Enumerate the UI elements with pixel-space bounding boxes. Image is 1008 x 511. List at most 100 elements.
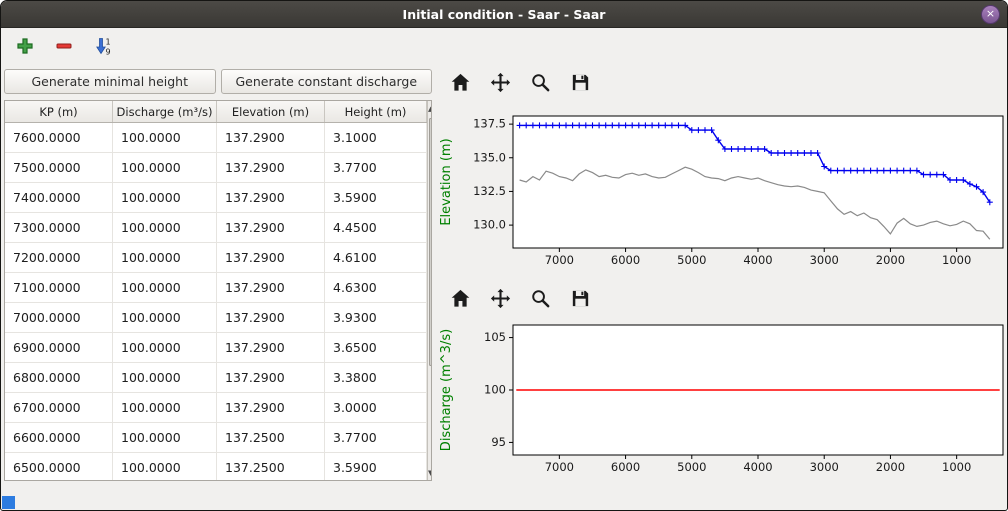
table-row: 6900.0000100.0000137.29003.6500 <box>5 333 427 363</box>
table-cell[interactable]: 7400.0000 <box>5 183 113 213</box>
table-cell[interactable]: 3.3800 <box>325 363 427 393</box>
discharge-plot[interactable]: 700060005000400030002000100095100105Disc… <box>437 317 1007 477</box>
table-cell[interactable]: 137.2900 <box>217 183 325 213</box>
table-cell[interactable]: 137.2900 <box>217 333 325 363</box>
table-cell[interactable]: 137.2900 <box>217 303 325 333</box>
table-row: 6600.0000100.0000137.25003.7700 <box>5 423 427 453</box>
table-cell[interactable]: 100.0000 <box>113 333 217 363</box>
table-cell[interactable]: 7600.0000 <box>5 123 113 153</box>
table-cell[interactable]: 100.0000 <box>113 123 217 153</box>
table-cell[interactable]: 7200.0000 <box>5 243 113 273</box>
table-cell[interactable]: 137.2900 <box>217 363 325 393</box>
sort-digit-top: 1 <box>105 37 110 46</box>
table-cell[interactable]: 6600.0000 <box>5 423 113 453</box>
remove-row-button[interactable] <box>52 34 76 58</box>
table-cell[interactable]: 100.0000 <box>113 273 217 303</box>
scrollbar-track[interactable] <box>428 116 432 465</box>
table-row: 6500.0000100.0000137.25003.5900 <box>5 453 427 482</box>
home-button[interactable] <box>447 69 473 95</box>
table-cell[interactable]: 137.2900 <box>217 123 325 153</box>
column-header[interactable]: Elevation (m) <box>217 101 325 123</box>
scrollbar-down-button[interactable]: ▼ <box>428 465 432 480</box>
sort-digit-bottom: 9 <box>105 47 110 55</box>
pan-button[interactable] <box>487 69 513 95</box>
table-cell[interactable]: 137.2500 <box>217 423 325 453</box>
table-header-row: KP (m)Discharge (m³/s)Elevation (m)Heigh… <box>5 101 427 123</box>
table-cell[interactable]: 3.5900 <box>325 453 427 482</box>
zoom-button[interactable] <box>527 285 553 311</box>
close-button[interactable]: × <box>981 5 1000 24</box>
size-grip[interactable] <box>2 496 15 509</box>
table-cell[interactable]: 3.5900 <box>325 183 427 213</box>
x-tick-label: 5000 <box>677 253 706 267</box>
table-cell[interactable]: 4.4500 <box>325 213 427 243</box>
table-cell[interactable]: 100.0000 <box>113 243 217 273</box>
x-tick-label: 5000 <box>677 460 706 474</box>
table-cell[interactable]: 100.0000 <box>113 363 217 393</box>
table-cell[interactable]: 6500.0000 <box>5 453 113 482</box>
save-icon <box>569 71 592 94</box>
table-frame: KP (m)Discharge (m³/s)Elevation (m)Heigh… <box>4 100 432 481</box>
table-cell[interactable]: 7500.0000 <box>5 153 113 183</box>
table-cell[interactable]: 3.7700 <box>325 423 427 453</box>
x-tick-label: 1000 <box>942 253 971 267</box>
table-cell[interactable]: 137.2900 <box>217 243 325 273</box>
vertical-scrollbar[interactable]: ▲ ▼ <box>427 101 432 480</box>
table-cell[interactable]: 3.1000 <box>325 123 427 153</box>
x-tick-label: 7000 <box>545 460 574 474</box>
table-cell[interactable]: 7000.0000 <box>5 303 113 333</box>
table-cell[interactable]: 137.2900 <box>217 393 325 423</box>
table-cell[interactable]: 6800.0000 <box>5 363 113 393</box>
table-cell[interactable]: 100.0000 <box>113 183 217 213</box>
column-header[interactable]: Height (m) <box>325 101 427 123</box>
pan-button[interactable] <box>487 285 513 311</box>
generate-constant-discharge-button[interactable]: Generate constant discharge <box>221 69 433 94</box>
home-icon <box>449 287 472 310</box>
elevation-plot[interactable]: 7000600050004000300020001000130.0132.513… <box>437 103 1007 278</box>
table-cell[interactable]: 137.2900 <box>217 273 325 303</box>
scroll-down-icon: ▼ <box>428 469 432 477</box>
table-row: 7000.0000100.0000137.29003.9300 <box>5 303 427 333</box>
table-cell[interactable]: 100.0000 <box>113 393 217 423</box>
save-button[interactable] <box>567 69 593 95</box>
x-tick-label: 2000 <box>876 460 905 474</box>
zoom-button[interactable] <box>527 69 553 95</box>
column-header[interactable]: KP (m) <box>5 101 113 123</box>
scrollbar-up-button[interactable]: ▲ <box>428 101 432 116</box>
generate-buttons-row: Generate minimal height Generate constan… <box>4 69 432 94</box>
table-cell[interactable]: 7300.0000 <box>5 213 113 243</box>
table-row: 6700.0000100.0000137.29003.0000 <box>5 393 427 423</box>
table-cell[interactable]: 6900.0000 <box>5 333 113 363</box>
column-header[interactable]: Discharge (m³/s) <box>113 101 217 123</box>
save-button[interactable] <box>567 285 593 311</box>
table-cell[interactable]: 3.6500 <box>325 333 427 363</box>
table-cell[interactable]: 6700.0000 <box>5 393 113 423</box>
table-cell[interactable]: 137.2900 <box>217 153 325 183</box>
home-button[interactable] <box>447 285 473 311</box>
scrollbar-thumb[interactable] <box>429 118 432 366</box>
table-cell[interactable]: 137.2500 <box>217 453 325 482</box>
table-cell[interactable]: 100.0000 <box>113 453 217 482</box>
table-cell[interactable]: 4.6300 <box>325 273 427 303</box>
titlebar[interactable]: Initial condition - Saar - Saar × <box>1 1 1007 28</box>
table-cell[interactable]: 137.2900 <box>217 213 325 243</box>
add-row-button[interactable] <box>13 34 37 58</box>
main-toolbar: 1 9 <box>1 28 1007 63</box>
initial-condition-table: KP (m)Discharge (m³/s)Elevation (m)Heigh… <box>5 101 427 481</box>
table-cell[interactable]: 3.0000 <box>325 393 427 423</box>
zoom-icon <box>529 71 552 94</box>
table-cell[interactable]: 4.6100 <box>325 243 427 273</box>
plus-icon <box>16 37 34 55</box>
table-cell[interactable]: 100.0000 <box>113 423 217 453</box>
close-icon: × <box>986 7 995 20</box>
generate-minimal-height-button[interactable]: Generate minimal height <box>4 69 216 94</box>
sort-button[interactable]: 1 9 <box>91 34 115 58</box>
table-cell[interactable]: 7100.0000 <box>5 273 113 303</box>
table-cell[interactable]: 100.0000 <box>113 153 217 183</box>
table-cell[interactable]: 100.0000 <box>113 303 217 333</box>
table-cell[interactable]: 3.9300 <box>325 303 427 333</box>
x-tick-label: 6000 <box>611 460 640 474</box>
zoom-icon <box>529 287 552 310</box>
table-cell[interactable]: 3.7700 <box>325 153 427 183</box>
table-cell[interactable]: 100.0000 <box>113 213 217 243</box>
